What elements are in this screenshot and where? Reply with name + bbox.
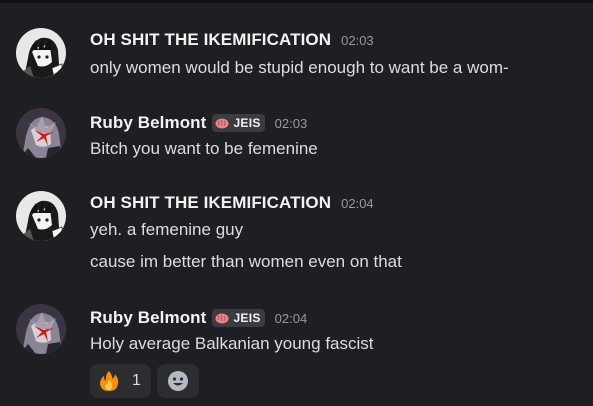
anime-avatar-red-icon bbox=[16, 108, 66, 158]
message-text: yeh. a femenine guy bbox=[90, 220, 244, 239]
message-text: only women would be stupid enough to wan… bbox=[90, 58, 509, 77]
message-text: Holy average Balkanian young fascist bbox=[90, 334, 374, 353]
avatar[interactable] bbox=[16, 108, 66, 158]
avatar[interactable] bbox=[16, 28, 66, 78]
reaction-fire[interactable]: 1 bbox=[90, 364, 151, 398]
brain-icon bbox=[215, 313, 229, 324]
clan-tag[interactable]: JEIS bbox=[212, 114, 265, 132]
message-header: Ruby Belmont JEIS 02:03 bbox=[90, 112, 307, 134]
message-header: Ruby Belmont JEIS 02:04 bbox=[90, 307, 307, 329]
anime-avatar-red-icon bbox=[16, 304, 66, 354]
clan-tag[interactable]: JEIS bbox=[212, 309, 265, 327]
add-reaction-button[interactable] bbox=[156, 364, 199, 398]
message-header: OH SHIT THE IKEMIFICATION 02:04 bbox=[90, 192, 374, 214]
message-header: OH SHIT THE IKEMIFICATION 02:03 bbox=[90, 29, 374, 51]
chat-log: OH SHIT THE IKEMIFICATION 02:03 only wom… bbox=[0, 0, 593, 406]
anime-avatar-monochrome-icon bbox=[16, 28, 66, 78]
timestamp[interactable]: 02:03 bbox=[341, 33, 374, 48]
smiley-icon bbox=[167, 371, 188, 391]
username[interactable]: Ruby Belmont bbox=[90, 308, 206, 328]
fire-icon bbox=[98, 370, 120, 392]
top-divider bbox=[0, 0, 593, 3]
reaction-count: 1 bbox=[132, 372, 141, 389]
clan-tag-label: JEIS bbox=[233, 311, 261, 325]
username[interactable]: OH SHIT THE IKEMIFICATION bbox=[90, 193, 331, 213]
username[interactable]: Ruby Belmont bbox=[90, 113, 206, 133]
brain-icon bbox=[215, 118, 229, 129]
timestamp[interactable]: 02:03 bbox=[275, 116, 308, 131]
reactions-bar: 1 bbox=[90, 364, 199, 398]
username[interactable]: OH SHIT THE IKEMIFICATION bbox=[90, 30, 331, 50]
message-text: Bitch you want to be femenine bbox=[90, 139, 318, 158]
avatar[interactable] bbox=[16, 304, 66, 354]
timestamp[interactable]: 02:04 bbox=[275, 311, 308, 326]
message-text: cause im better than women even on that bbox=[90, 252, 402, 271]
clan-tag-label: JEIS bbox=[233, 116, 261, 130]
anime-avatar-monochrome-icon bbox=[16, 191, 66, 241]
avatar[interactable] bbox=[16, 191, 66, 241]
timestamp[interactable]: 02:04 bbox=[341, 196, 374, 211]
